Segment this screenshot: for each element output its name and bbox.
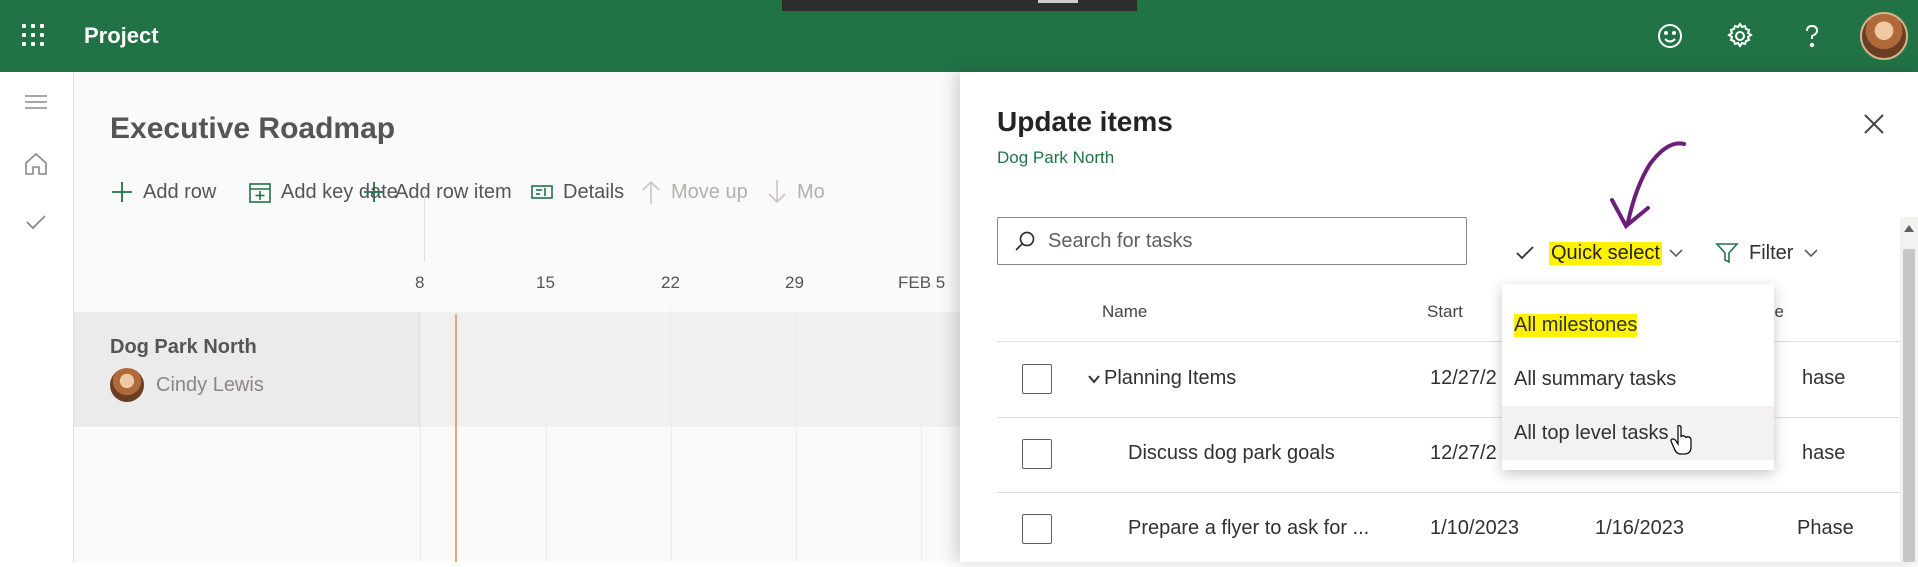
move-up-label: Move up	[671, 180, 748, 203]
menu-item-label: All summary tasks	[1514, 367, 1677, 390]
app-launcher-icon[interactable]	[22, 24, 48, 50]
row-name: Dog Park North	[110, 336, 257, 358]
timeline-gridline	[671, 310, 672, 562]
move-down-button[interactable]: Mo	[766, 177, 825, 207]
app-header: Project	[0, 0, 1918, 72]
left-rail	[0, 72, 74, 562]
scrollbar-thumb[interactable]	[1903, 249, 1915, 562]
task-type: hase	[1802, 367, 1846, 389]
settings-gear-icon[interactable]	[1724, 20, 1756, 52]
quick-select-menu: All milestones All summary tasks All top…	[1502, 284, 1774, 470]
close-icon[interactable]	[1860, 110, 1888, 138]
add-row-item-button[interactable]: Add row item	[362, 177, 512, 207]
quick-select-button[interactable]: Quick select	[1515, 238, 1684, 268]
move-up-button[interactable]: Move up	[640, 177, 748, 207]
app-title[interactable]: Project	[84, 23, 159, 49]
roadmap-row-header[interactable]: Dog Park North Cindy Lewis	[74, 312, 420, 427]
chevron-down-icon	[1804, 249, 1819, 258]
task-name: Planning Items	[1104, 367, 1237, 389]
move-down-label: Mo	[797, 180, 825, 203]
owner-name: Cindy Lewis	[156, 373, 264, 396]
hand-cursor-icon	[1670, 425, 1692, 455]
update-items-panel: Update items Dog Park North Quick select…	[960, 72, 1918, 562]
timeline-gridline	[921, 310, 922, 562]
command-divider	[424, 192, 425, 262]
scroll-up-arrow-icon[interactable]	[1904, 225, 1914, 232]
page-title: Executive Roadmap	[110, 112, 396, 145]
chevron-down-icon	[1669, 249, 1683, 258]
menu-item-all-summary-tasks[interactable]: All summary tasks	[1502, 352, 1774, 406]
roadmap-canvas: Executive Roadmap Add row Add key date A…	[74, 72, 960, 562]
checkmark-icon	[1516, 246, 1534, 260]
details-label: Details	[563, 180, 625, 203]
task-name: Prepare a flyer to ask for ...	[1128, 517, 1370, 539]
row-checkbox[interactable]	[1022, 514, 1052, 544]
timeline-gridline	[546, 310, 547, 562]
today-marker	[455, 314, 457, 562]
timeline-header: 22	[661, 273, 680, 292]
column-header-name[interactable]: Name	[1102, 302, 1147, 322]
help-question-icon[interactable]	[1796, 20, 1828, 52]
add-row-label: Add row	[143, 180, 217, 203]
feedback-smiley-icon[interactable]	[1654, 20, 1686, 52]
search-icon	[1015, 231, 1035, 251]
arrow-up-icon	[642, 180, 660, 204]
timeline-header: FEB 5	[898, 273, 946, 292]
search-input[interactable]	[1048, 229, 1448, 253]
owner-avatar	[110, 368, 144, 402]
filter-button[interactable]: Filter	[1715, 238, 1819, 268]
task-start: 12/27/2	[1430, 442, 1497, 464]
panel-subtitle: Dog Park North	[997, 148, 1115, 167]
row-checkbox[interactable]	[1022, 364, 1052, 394]
panel-title: Update items	[997, 106, 1173, 137]
task-start: 12/27/2	[1430, 367, 1497, 389]
timeline-gridline	[420, 310, 421, 562]
collapse-menu-icon[interactable]	[22, 88, 50, 116]
task-start: 1/10/2023	[1430, 517, 1519, 539]
timeline-header: 8	[415, 273, 425, 292]
timeline-header: 29	[785, 273, 804, 292]
menu-item-label: All top level tasks	[1514, 421, 1669, 444]
column-header-start[interactable]: Start	[1427, 302, 1463, 322]
table-row[interactable]: Prepare a flyer to ask for ... 1/10/2023…	[997, 492, 1904, 567]
panel-scrollbar[interactable]	[1900, 217, 1918, 562]
add-row-button[interactable]: Add row	[110, 177, 216, 207]
menu-item-label: All milestones	[1514, 313, 1638, 337]
timeline-header: 15	[536, 273, 555, 292]
funnel-icon	[1715, 243, 1739, 264]
task-finish: 1/16/2023	[1595, 517, 1684, 539]
task-type: hase	[1802, 442, 1846, 464]
filter-label: Filter	[1749, 241, 1794, 264]
plus-icon	[112, 182, 132, 202]
checkmark-icon[interactable]	[22, 208, 50, 236]
details-button[interactable]: Details	[530, 177, 624, 207]
recording-strip	[782, 0, 1137, 11]
add-row-item-label: Add row item	[395, 180, 512, 203]
plus-icon	[364, 182, 384, 202]
quick-select-label: Quick select	[1549, 241, 1662, 265]
user-avatar[interactable]	[1860, 12, 1908, 60]
task-name: Discuss dog park goals	[1128, 442, 1335, 464]
menu-item-all-top-level-tasks[interactable]: All top level tasks	[1502, 406, 1774, 460]
row-checkbox[interactable]	[1022, 439, 1052, 469]
arrow-down-icon	[768, 180, 786, 204]
search-box[interactable]	[997, 217, 1467, 265]
details-card-icon	[531, 185, 553, 199]
home-icon[interactable]	[22, 150, 50, 178]
timeline-gridline	[796, 310, 797, 562]
annotation-arrow-icon	[1610, 141, 1686, 230]
chevron-down-icon[interactable]	[1087, 374, 1101, 384]
row-owner: Cindy Lewis	[110, 368, 264, 402]
menu-item-all-milestones[interactable]: All milestones	[1502, 298, 1774, 352]
calendar-add-icon	[249, 183, 271, 203]
task-type: Phase	[1797, 517, 1854, 539]
